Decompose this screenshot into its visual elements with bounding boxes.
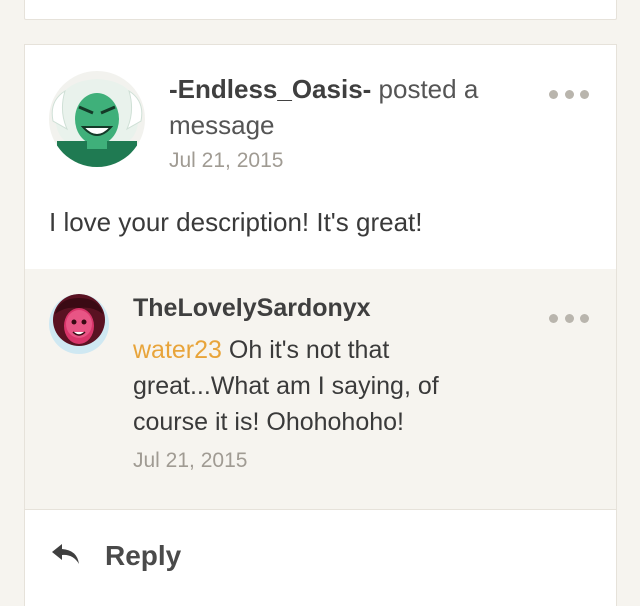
post-header: -Endless_Oasis- posted a message (169, 71, 529, 143)
post-body: I love your description! It's great! (49, 207, 423, 237)
post-date: Jul 21, 2015 (169, 149, 284, 172)
reply-comment: TheLovelySardonyx water23 Oh it's not th… (25, 269, 616, 509)
reply-label: Reply (105, 540, 182, 571)
message-card: -Endless_Oasis- posted a message Jul 21,… (24, 44, 617, 606)
dot-icon (564, 313, 574, 323)
reply-date: Jul 21, 2015 (133, 449, 248, 472)
dot-icon (580, 313, 589, 323)
reply-author-avatar[interactable] (49, 294, 109, 354)
mention-link[interactable]: water23 (133, 336, 222, 364)
author-username[interactable]: -Endless_Oasis- (169, 74, 371, 104)
dot-icon (549, 313, 558, 323)
reply-author-username[interactable]: TheLovelySardonyx (133, 294, 371, 323)
post-more-options-button[interactable] (549, 87, 589, 101)
dot-icon (549, 89, 558, 99)
previous-post-card (24, 0, 617, 20)
reply-arrow-icon (51, 542, 81, 571)
author-avatar[interactable] (49, 71, 145, 167)
reply-text: water23 Oh it's not that great...What am… (133, 332, 493, 440)
dot-icon (580, 89, 589, 99)
reply-button[interactable]: Reply (51, 536, 181, 576)
reply-more-options-button[interactable] (549, 311, 589, 325)
dot-icon (564, 89, 574, 99)
reply-bar: Reply (25, 509, 616, 606)
